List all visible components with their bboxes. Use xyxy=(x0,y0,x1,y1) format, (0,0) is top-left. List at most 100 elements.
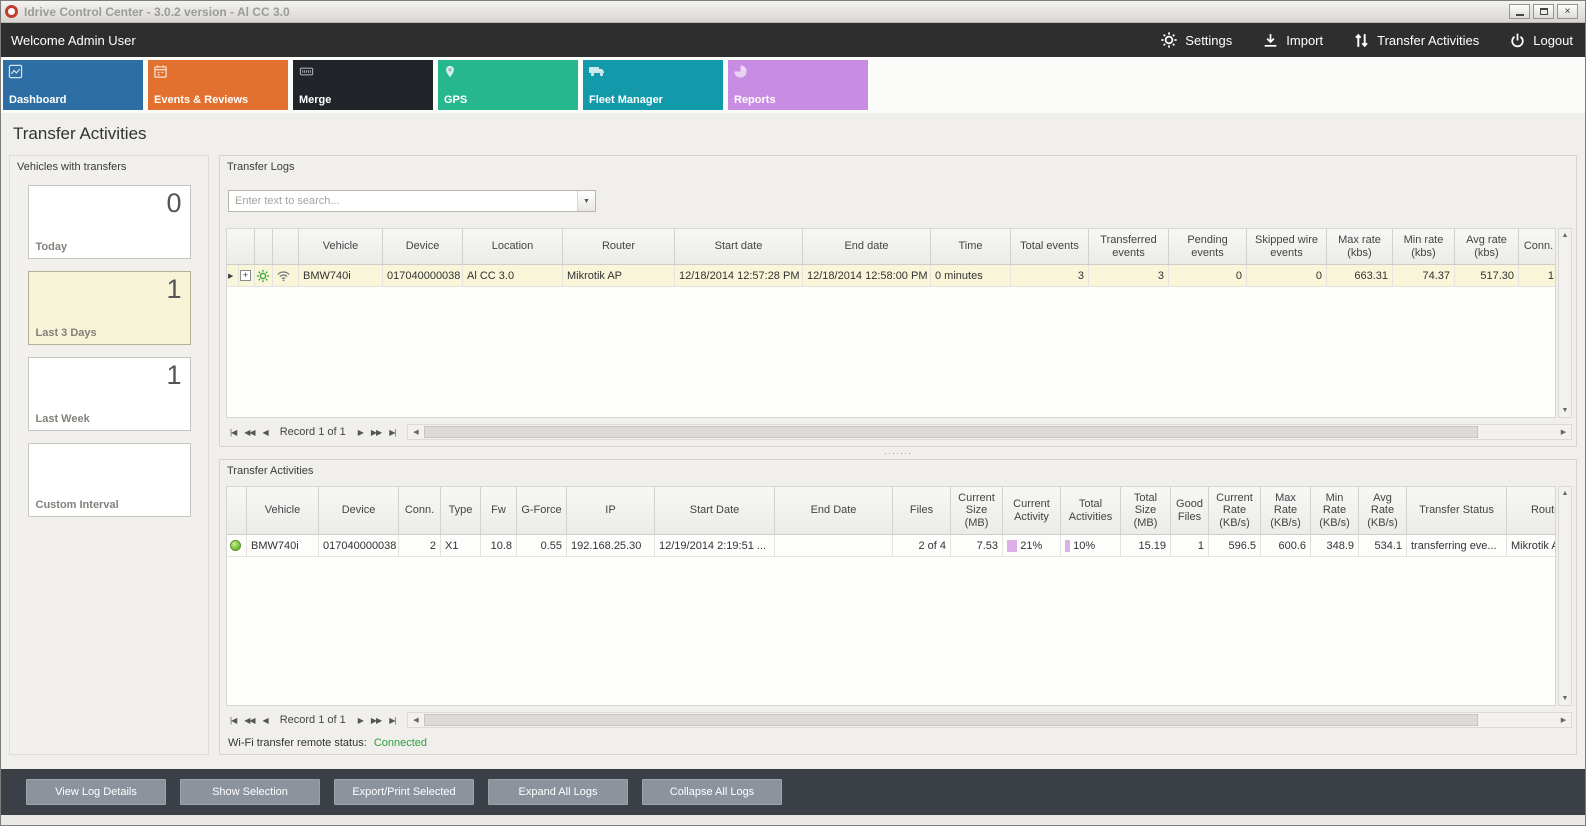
act-cell-fw: 10.8 xyxy=(481,535,517,556)
show-selection-button[interactable]: Show Selection xyxy=(180,779,320,805)
logs-col-location[interactable]: Location xyxy=(463,229,563,264)
pager-next-button[interactable]: ▶ xyxy=(354,716,367,725)
act-col-files[interactable]: Files xyxy=(893,487,951,534)
close-button[interactable]: × xyxy=(1557,4,1578,19)
act-col-conn[interactable]: Conn. xyxy=(399,487,441,534)
panel-splitter[interactable]: ······· xyxy=(219,447,1577,459)
act-col-min-rate[interactable]: Min Rate (KB/s) xyxy=(1311,487,1359,534)
collapse-all-logs-button[interactable]: Collapse All Logs xyxy=(642,779,782,805)
logs-col-skipped-wire-events[interactable]: Skipped wire events xyxy=(1247,229,1327,264)
scroll-down-icon[interactable]: ▼ xyxy=(1562,404,1569,417)
logs-col-vehicle[interactable]: Vehicle xyxy=(299,229,383,264)
act-col-vehicle[interactable]: Vehicle xyxy=(247,487,319,534)
scroll-track[interactable] xyxy=(423,713,1556,727)
logs-col-start-date[interactable]: Start date xyxy=(675,229,803,264)
act-col-total-activities[interactable]: Total Activities xyxy=(1061,487,1121,534)
scroll-thumb[interactable] xyxy=(424,426,1477,438)
act-col-fw[interactable]: Fw xyxy=(481,487,517,534)
act-col-type[interactable]: Type xyxy=(441,487,481,534)
logs-col-conn[interactable]: Conn. xyxy=(1519,229,1556,264)
pager-next-page-button[interactable]: ▶▶ xyxy=(367,428,385,437)
scroll-left-icon[interactable]: ◀ xyxy=(408,716,423,724)
logs-col-total-events[interactable]: Total events xyxy=(1011,229,1089,264)
scroll-right-icon[interactable]: ▶ xyxy=(1556,428,1571,436)
logout-button[interactable]: Logout xyxy=(1509,32,1573,49)
tile-gps[interactable]: GPS xyxy=(438,60,578,110)
logs-col-pending-events[interactable]: Pending events xyxy=(1169,229,1247,264)
export-print-selected-button[interactable]: Export/Print Selected xyxy=(334,779,474,805)
logs-col-max-rate[interactable]: Max rate (kbs) xyxy=(1327,229,1393,264)
page-title: Transfer Activities xyxy=(1,113,1585,151)
transfer-activities-title: Transfer Activities xyxy=(220,460,1576,482)
tile-fleet-manager[interactable]: Fleet Manager xyxy=(583,60,723,110)
pager-prev-page-button[interactable]: ◀◀ xyxy=(240,716,258,725)
logs-col-transferred-events[interactable]: Transferred events xyxy=(1089,229,1169,264)
scroll-track[interactable] xyxy=(423,425,1556,439)
logs-col-end-date[interactable]: End date xyxy=(803,229,931,264)
filter-card-custom-interval[interactable]: Custom Interval xyxy=(28,443,191,517)
pager-prev-page-button[interactable]: ◀◀ xyxy=(240,428,258,437)
act-col-device[interactable]: Device xyxy=(319,487,399,534)
act-col-g-force[interactable]: G-Force xyxy=(517,487,567,534)
act-col-good-files[interactable]: Good Files xyxy=(1171,487,1209,534)
logs-horizontal-scrollbar[interactable]: ◀ ▶ xyxy=(407,424,1572,440)
act-col-avg-rate[interactable]: Avg Rate (KB/s) xyxy=(1359,487,1407,534)
tile-reports[interactable]: Reports xyxy=(728,60,868,110)
maximize-button[interactable] xyxy=(1533,4,1554,19)
act-col-router[interactable]: Router xyxy=(1507,487,1556,534)
act-col-max-rate[interactable]: Max Rate (KB/s) xyxy=(1261,487,1311,534)
topbar: Welcome Admin User Settings Import Trans… xyxy=(1,23,1585,57)
pager-prev-button[interactable]: ◀ xyxy=(259,716,272,725)
logs-search-input[interactable] xyxy=(229,191,577,211)
search-dropdown-button[interactable]: ▼ xyxy=(577,191,595,211)
active-status-icon xyxy=(230,540,241,551)
scroll-right-icon[interactable]: ▶ xyxy=(1556,716,1571,724)
logs-col-time[interactable]: Time xyxy=(931,229,1011,264)
transfer-activities-button[interactable]: Transfer Activities xyxy=(1353,32,1479,49)
act-col-ip[interactable]: IP xyxy=(567,487,655,534)
import-button[interactable]: Import xyxy=(1262,32,1323,49)
scroll-up-icon[interactable]: ▲ xyxy=(1562,487,1569,500)
logs-col-avg-rate[interactable]: Avg rate (kbs) xyxy=(1455,229,1519,264)
scroll-up-icon[interactable]: ▲ xyxy=(1562,229,1569,242)
tile-merge-label: Merge xyxy=(299,94,331,106)
pager-last-button[interactable]: ▶| xyxy=(385,428,399,437)
act-col-start-date[interactable]: Start Date xyxy=(655,487,775,534)
activities-horizontal-scrollbar[interactable]: ◀ ▶ xyxy=(407,712,1572,728)
pager-first-button[interactable]: |◀ xyxy=(226,428,240,437)
logs-vertical-scrollbar[interactable]: ▲ ▼ xyxy=(1558,228,1572,418)
minimize-button[interactable] xyxy=(1509,4,1530,19)
view-log-details-button[interactable]: View Log Details xyxy=(26,779,166,805)
expand-all-logs-button[interactable]: Expand All Logs xyxy=(488,779,628,805)
pager-next-page-button[interactable]: ▶▶ xyxy=(367,716,385,725)
act-col-current-activity[interactable]: Current Activity xyxy=(1003,487,1061,534)
activities-table-row[interactable]: BMW740i 017040000038 2 X1 10.8 0.55 192.… xyxy=(227,535,1555,557)
settings-button[interactable]: Settings xyxy=(1160,31,1232,49)
logs-col-device[interactable]: Device xyxy=(383,229,463,264)
pager-next-button[interactable]: ▶ xyxy=(354,428,367,437)
tile-merge[interactable]: Merge xyxy=(293,60,433,110)
pager-last-button[interactable]: ▶| xyxy=(385,716,399,725)
main-area: Transfer Logs ▼ Vehicle Device Location … xyxy=(219,155,1577,755)
filter-card-last-3-days[interactable]: 1 Last 3 Days xyxy=(28,271,191,345)
act-col-total-size[interactable]: Total Size (MB) xyxy=(1121,487,1171,534)
expand-row-icon[interactable]: + xyxy=(240,270,251,281)
window-controls: × xyxy=(1509,4,1581,19)
act-col-current-size[interactable]: Current Size (MB) xyxy=(951,487,1003,534)
logs-col-min-rate[interactable]: Min rate (kbs) xyxy=(1393,229,1455,264)
tile-dashboard[interactable]: Dashboard xyxy=(3,60,143,110)
logs-table-row[interactable]: ▶ + BMW740i 017040000038 Al CC 3.0 Mikro… xyxy=(227,265,1555,287)
scroll-left-icon[interactable]: ◀ xyxy=(408,428,423,436)
scroll-down-icon[interactable]: ▼ xyxy=(1562,692,1569,705)
scroll-thumb[interactable] xyxy=(424,714,1477,726)
act-col-current-rate[interactable]: Current Rate (KB/s) xyxy=(1209,487,1261,534)
tile-events-reviews[interactable]: Events & Reviews xyxy=(148,60,288,110)
act-col-transfer-status[interactable]: Transfer Status xyxy=(1407,487,1507,534)
pager-first-button[interactable]: |◀ xyxy=(226,716,240,725)
pager-prev-button[interactable]: ◀ xyxy=(259,428,272,437)
act-col-end-date[interactable]: End Date xyxy=(775,487,893,534)
logs-col-router[interactable]: Router xyxy=(563,229,675,264)
activities-vertical-scrollbar[interactable]: ▲ ▼ xyxy=(1558,486,1572,706)
filter-card-today[interactable]: 0 Today xyxy=(28,185,191,259)
filter-card-last-week[interactable]: 1 Last Week xyxy=(28,357,191,431)
